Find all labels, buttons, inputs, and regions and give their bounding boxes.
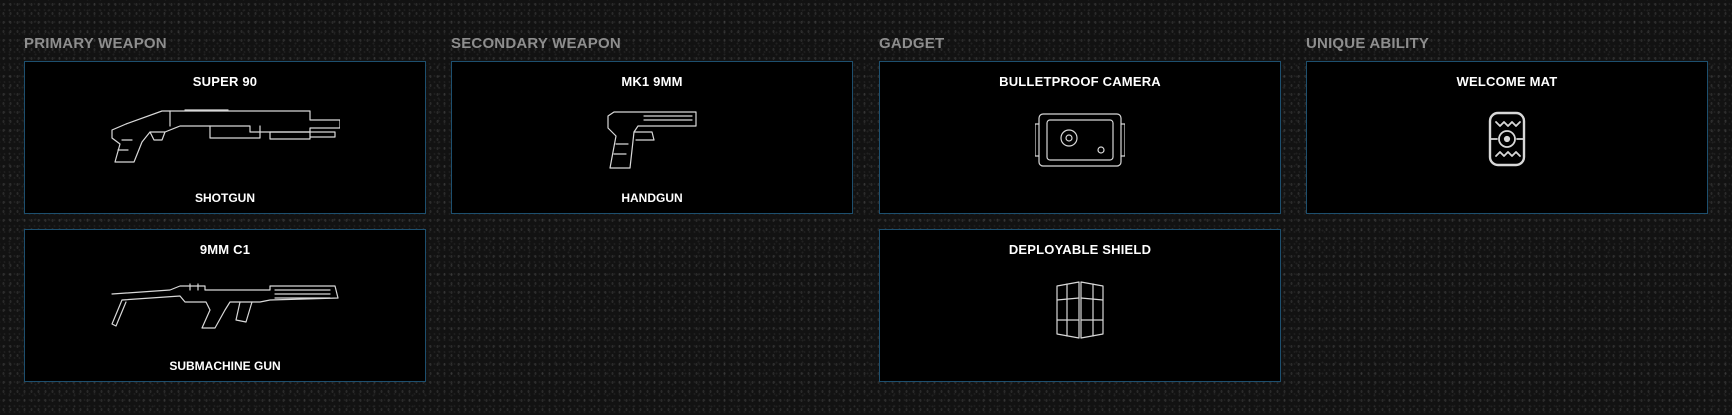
bulletproof-camera-icon <box>1035 110 1125 170</box>
gadget-name: BULLETPROOF CAMERA <box>999 74 1161 89</box>
primary-weapon-heading: PRIMARY WEAPON <box>24 35 167 52</box>
deployable-shield-icon <box>1053 280 1107 340</box>
weapon-type: HANDGUN <box>621 191 683 205</box>
gadget-card-deployable-shield[interactable]: DEPLOYABLE SHIELD <box>879 229 1281 382</box>
gadget-name: DEPLOYABLE SHIELD <box>1008 242 1152 257</box>
weapon-type: SHOTGUN <box>195 191 255 205</box>
shotgun-icon <box>110 102 340 166</box>
ability-card-welcome-mat[interactable]: WELCOME MAT <box>1306 61 1708 214</box>
ability-name: WELCOME MAT <box>1456 74 1558 89</box>
weapon-name: 9MM C1 <box>199 242 251 257</box>
secondary-weapon-card-mk1-9mm[interactable]: MK1 9MM HANDGUN <box>451 61 853 214</box>
secondary-weapon-heading: SECONDARY WEAPON <box>451 35 621 52</box>
weapon-name: SUPER 90 <box>192 74 258 89</box>
submachine-gun-icon <box>110 280 340 336</box>
gadget-card-bulletproof-camera[interactable]: BULLETPROOF CAMERA <box>879 61 1281 214</box>
welcome-mat-icon <box>1487 110 1527 168</box>
weapon-type: SUBMACHINE GUN <box>169 359 281 373</box>
primary-weapon-card-9mm-c1[interactable]: 9MM C1 SUBMACHINE GUN <box>24 229 426 382</box>
gadget-heading: GADGET <box>879 35 945 52</box>
unique-ability-heading: UNIQUE ABILITY <box>1306 35 1430 52</box>
handgun-icon <box>604 108 700 170</box>
primary-weapon-card-super-90[interactable]: SUPER 90 SHOTGUN <box>24 61 426 214</box>
weapon-name: MK1 9MM <box>621 74 683 89</box>
